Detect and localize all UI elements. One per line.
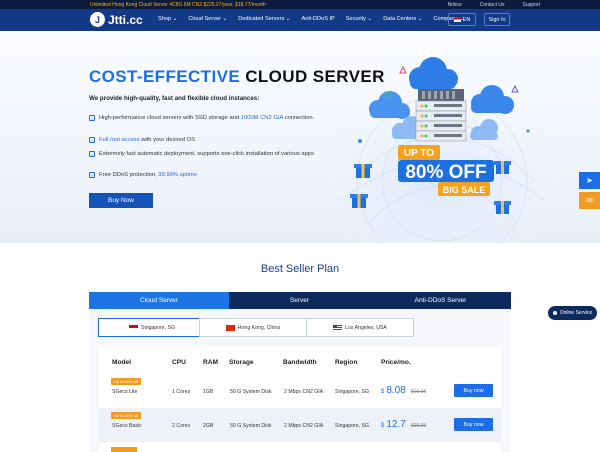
cell-ram: 1GB [203, 389, 214, 395]
promo-up-to: UP TO [404, 148, 434, 159]
check-icon: ✓ [89, 172, 95, 178]
discount-badge-partial [111, 447, 137, 452]
hero-buy-now-button[interactable]: Buy Now [89, 193, 153, 208]
notice-link[interactable]: Notice [448, 2, 462, 8]
cell-cpu: 1 Cores [172, 389, 191, 395]
gift-box-icon [354, 164, 372, 178]
gift-box-icon [494, 201, 511, 214]
hero-banner: COST-EFFECTIVE CLOUD SERVER We provide h… [0, 31, 600, 243]
cell-storage: 50 G System Disk [230, 389, 272, 395]
gift-box-icon [350, 194, 368, 208]
sign-in-button[interactable]: Sign In [484, 13, 510, 26]
usa-flag-icon [333, 324, 343, 331]
us-flag-icon [453, 17, 461, 22]
logo-mark-icon: J [90, 12, 105, 27]
nav-item-data-centers[interactable]: Data Centers ⌄ [383, 16, 422, 22]
feature-item: ✓ Free DDoS protection, 99.99% uptime [89, 172, 197, 178]
table-row: Up to 50% off SGecs Basic 2 Cores 2GB 50… [99, 408, 501, 442]
table-row: Up to 50% off SGecs Lite 1 Cores 1GB 50 … [99, 374, 501, 408]
cell-region: Singapore, SG [335, 423, 370, 429]
location-hong-kong[interactable]: Hong Kong, China [199, 318, 307, 337]
column-header-storage: Storage [229, 359, 254, 366]
cell-region: Singapore, SG [335, 389, 370, 395]
column-header-price: Price/mo. [381, 359, 411, 366]
cell-price: $ 12.7 $25.39 [381, 419, 427, 430]
promo-text[interactable]: Unlimited Hong Kong Cloud Server 4C8G 5M… [90, 2, 266, 8]
send-icon: ➤ [586, 176, 593, 185]
logo-text: Jtti.cc [108, 12, 143, 27]
chat-icon [552, 311, 557, 315]
column-header-bandwidth: Bandwidth [283, 359, 317, 366]
cloud-server-illustration: UP TO 80% OFF BIG SALE [330, 57, 572, 243]
cell-ram: 2GB [203, 423, 214, 429]
online-service-button[interactable]: Online Service [548, 306, 597, 320]
product-tabs: Cloud Server Server Anti-DDoS Server [89, 292, 511, 309]
tab-cloud-server[interactable]: Cloud Server [89, 292, 229, 309]
buy-now-button[interactable]: Buy now [454, 384, 493, 397]
top-promo-bar: Unlimited Hong Kong Cloud Server 4C8G 5M… [0, 0, 600, 9]
cell-price: $ 8.08 $16.16 [381, 385, 427, 396]
location-los-angeles[interactable]: Los Angeles, USA [306, 318, 414, 337]
column-header-model: Model [112, 359, 132, 366]
cell-model: SGecs Lite [112, 389, 138, 395]
logo[interactable]: J Jtti.cc [90, 12, 143, 27]
nav-item-security[interactable]: Security ⌄ [346, 16, 372, 22]
discount-badge: Up to 50% off [111, 412, 142, 419]
nav-item-dedicated-servers[interactable]: Dedicated Servers ⌄ [238, 16, 290, 22]
feature-item: ✓ Full root access with your desired OS [89, 137, 196, 143]
hero-subtitle: We provide high-quality, fast and flexib… [89, 95, 260, 102]
location-singapore[interactable]: Singapore, SG [98, 318, 206, 337]
promo-off: 80% OFF [405, 162, 486, 183]
nav-item-shop[interactable]: Shop ⌄ [158, 16, 177, 22]
check-icon: ✓ [89, 151, 95, 157]
nav-item-anti-ddos-ip[interactable]: Anti-DDoS IP [302, 16, 335, 22]
singapore-flag-icon [128, 324, 138, 331]
top-links: Notice Contact Us Support [448, 2, 540, 8]
nav-item-cloud-server[interactable]: Cloud Server ⌄ [188, 16, 227, 22]
cell-model: SGecs Basic [112, 423, 142, 429]
promo-big-sale: BIG SALE [443, 185, 486, 195]
check-icon: ✓ [89, 115, 95, 121]
tab-anti-ddos-server[interactable]: Anti-DDoS Server [370, 292, 511, 309]
gift-box-icon [494, 161, 511, 174]
discount-badge: Up to 50% off [111, 378, 142, 385]
cell-cpu: 2 Cores [172, 423, 191, 429]
email-side-button[interactable]: ✉ [579, 192, 600, 209]
feature-item: ✓ Extremely fast automatic deployment, s… [89, 151, 314, 157]
cell-bandwidth: 2 Mbps CN2 GIA [284, 423, 324, 429]
language-selector[interactable]: EN [448, 13, 476, 26]
telegram-side-button[interactable]: ➤ [579, 172, 600, 189]
cell-storage: 50 G System Disk [230, 423, 272, 429]
tab-server[interactable]: Server [229, 292, 370, 309]
column-header-cpu: CPU [172, 359, 186, 366]
column-header-ram: RAM [203, 359, 219, 366]
support-link[interactable]: Support [522, 2, 540, 8]
hong-kong-flag-icon [225, 324, 235, 331]
mail-icon: ✉ [586, 196, 593, 205]
feature-item: ✓ High-performance cloud servers with SS… [89, 115, 315, 121]
nav-menu: Shop ⌄ Cloud Server ⌄ Dedicated Servers … [158, 16, 464, 22]
column-header-region: Region [335, 359, 358, 366]
section-title: Best Seller Plan [260, 263, 340, 275]
cell-bandwidth: 2 Mbps CN2 GIA [284, 389, 324, 395]
buy-now-button[interactable]: Buy now [454, 418, 493, 431]
check-icon: ✓ [89, 137, 95, 143]
contact-us-link[interactable]: Contact Us [480, 2, 505, 8]
main-nav: J Jtti.cc Shop ⌄ Cloud Server ⌄ Dedicate… [0, 9, 600, 31]
